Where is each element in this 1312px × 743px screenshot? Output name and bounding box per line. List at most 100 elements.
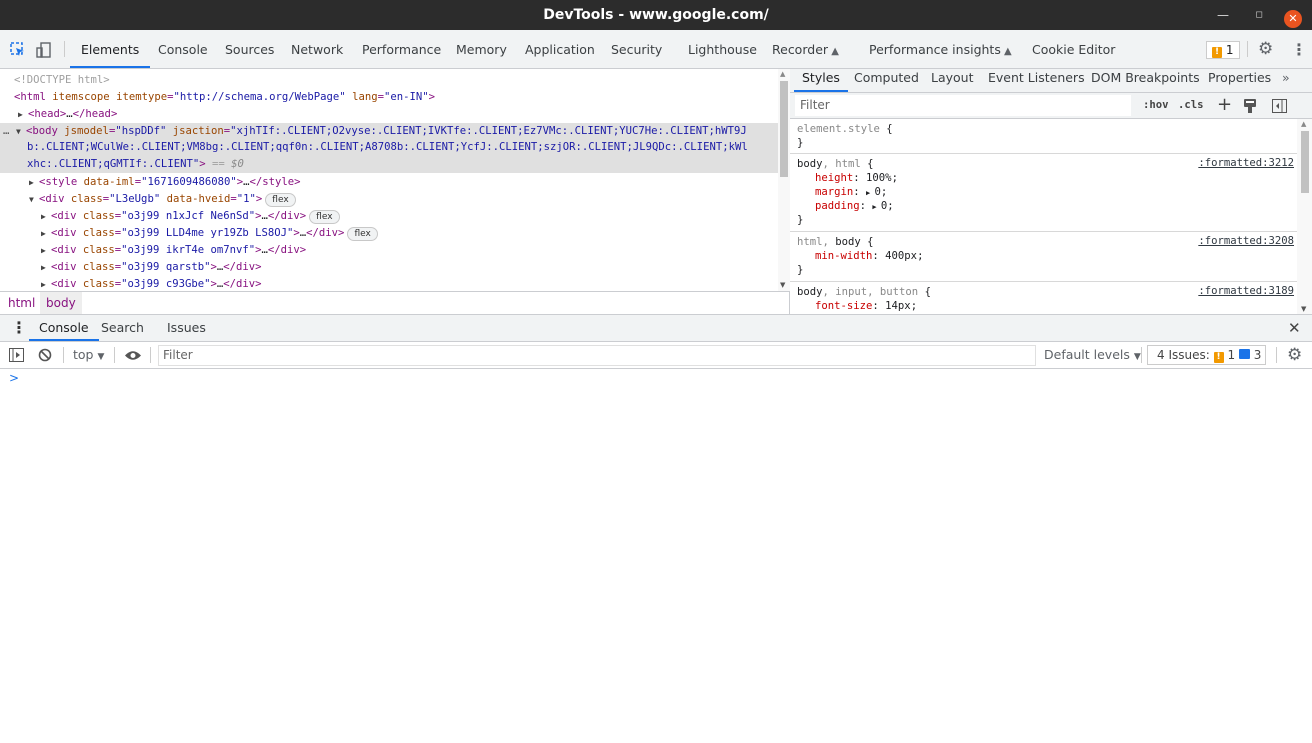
expand-triangle-icon[interactable]: ▶: [29, 174, 39, 191]
maximize-icon[interactable]: ◻: [1252, 8, 1266, 22]
tab-elements[interactable]: Elements: [70, 30, 151, 68]
tab-console[interactable]: Console: [147, 30, 219, 68]
class-toggle[interactable]: .cls: [1178, 99, 1204, 111]
hover-state-toggle[interactable]: :hov: [1143, 99, 1169, 111]
dom-tree-scrollbar[interactable]: ▲ ▼: [778, 69, 790, 291]
window-titlebar: DevTools - www.google.com/ — ◻ ✕: [0, 0, 1312, 30]
dom-node[interactable]: ▼ <div class="L3eUgb" data-hveid="1"> flex: [0, 191, 778, 208]
style-rule[interactable]: element.style {}: [790, 119, 1297, 154]
tab-cookie-editor[interactable]: Cookie Editor: [1021, 30, 1126, 68]
dom-node[interactable]: ▶ <div class="o3j99 LLD4me yr19Zb LS8OJ">…: [0, 225, 778, 242]
console-prompt[interactable]: >: [9, 371, 19, 385]
dom-node[interactable]: ▶ <style data-iml="1671609486080">…</styl…: [0, 174, 778, 191]
tab-recorder[interactable]: Recorder ▲: [761, 30, 850, 68]
tab-performance[interactable]: Performance: [351, 30, 452, 68]
more-options-icon[interactable]: ⋮: [1291, 40, 1307, 59]
sidebar-tab-styles[interactable]: Styles: [794, 69, 848, 92]
settings-gear-icon[interactable]: ⚙: [1258, 39, 1273, 59]
dom-node[interactable]: <!DOCTYPE html>: [0, 72, 778, 89]
dom-node[interactable]: ▶ <div class="o3j99 qarstb">…</div>: [0, 259, 778, 276]
sidebar-tab-dom-breakpoints[interactable]: DOM Breakpoints: [1083, 69, 1208, 92]
context-selector[interactable]: top ▼: [73, 342, 104, 368]
code-token: class: [82, 210, 115, 222]
expand-triangle-icon[interactable]: ▼: [16, 123, 26, 140]
minimize-icon[interactable]: —: [1216, 8, 1230, 22]
style-declaration[interactable]: margin: ▶ 0;: [815, 185, 887, 199]
new-style-rule-icon[interactable]: +: [1217, 94, 1232, 115]
sidebar-tab-layout[interactable]: Layout: [923, 69, 982, 92]
style-declaration[interactable]: font-size: 14px;: [815, 299, 917, 313]
sidebar-tab-properties[interactable]: Properties: [1200, 69, 1279, 92]
expand-triangle-icon[interactable]: ▶: [41, 242, 51, 259]
flex-badge[interactable]: flex: [347, 227, 378, 241]
issues-badge[interactable]: ! 1: [1206, 41, 1240, 59]
dom-node[interactable]: <html itemscope itemtype="http://schema.…: [0, 89, 778, 106]
warning-count: 1: [1227, 348, 1236, 362]
expand-triangle-icon[interactable]: ▶: [41, 225, 51, 242]
console-filter-input[interactable]: Filter: [158, 345, 1036, 366]
tab-security[interactable]: Security: [600, 30, 673, 68]
console-issues-button[interactable]: 4 Issues: ! 1 3: [1147, 345, 1266, 365]
expand-triangle-icon[interactable]: ▶: [18, 106, 28, 123]
drawer-menu-icon[interactable]: ⋮: [11, 318, 27, 337]
drawer-tab-console[interactable]: Console: [29, 315, 99, 341]
tab-sources[interactable]: Sources: [214, 30, 285, 68]
rule-source-link[interactable]: :formatted:3208: [1198, 235, 1294, 247]
dom-node[interactable]: b:.CLIENT;WCulWe:.CLIENT;VM8bg:.CLIENT;q…: [0, 139, 778, 156]
flex-badge[interactable]: flex: [265, 193, 296, 207]
tab-performance-insights[interactable]: Performance insights ▲: [858, 30, 1023, 68]
tab-lighthouse[interactable]: Lighthouse: [677, 30, 768, 68]
live-expression-eye-icon[interactable]: [124, 350, 142, 361]
log-levels-dropdown[interactable]: Default levels ▼: [1044, 342, 1141, 368]
paint-brush-icon[interactable]: [1243, 98, 1257, 114]
toggle-sidebar-icon[interactable]: [1272, 99, 1287, 113]
sidebar-tab-computed[interactable]: Computed: [846, 69, 927, 92]
breadcrumb-body[interactable]: body: [40, 292, 82, 315]
console-settings-gear-icon[interactable]: ⚙: [1287, 342, 1302, 368]
device-toolbar-icon[interactable]: [36, 42, 52, 58]
dom-node[interactable]: ▶ <div class="o3j99 c93Gbe">…</div>: [0, 276, 778, 291]
styles-filter-input[interactable]: Filter: [795, 95, 1131, 116]
style-rule[interactable]: body, html {:formatted:3212 height: 100%;…: [790, 154, 1297, 232]
dom-node[interactable]: ▶ <div class="o3j99 n1xJcf Ne6nSd">…</div…: [0, 208, 778, 225]
dom-node[interactable]: ▶ <div class="o3j99 ikrT4e om7nvf">…</div…: [0, 242, 778, 259]
elements-dom-tree[interactable]: <!DOCTYPE html> <html itemscope itemtype=…: [0, 69, 790, 291]
close-drawer-icon[interactable]: ✕: [1288, 319, 1301, 337]
show-console-sidebar-icon[interactable]: [9, 348, 24, 362]
node-actions-ellipsis-icon[interactable]: …: [3, 123, 9, 140]
expand-shorthand-icon[interactable]: ▶: [872, 203, 880, 211]
clear-console-icon[interactable]: [38, 348, 52, 362]
flex-badge[interactable]: flex: [309, 210, 340, 224]
style-rule[interactable]: html, body {:formatted:3208 min-width: 40…: [790, 232, 1297, 282]
console-output-area[interactable]: [0, 369, 1312, 743]
dom-node[interactable]: ▶ <head>…</head>: [0, 106, 778, 123]
inspect-element-icon[interactable]: [10, 42, 25, 57]
style-declaration[interactable]: min-width: 400px;: [815, 249, 923, 263]
expand-triangle-icon[interactable]: ▶: [41, 208, 51, 225]
expand-triangle-icon[interactable]: ▶: [41, 276, 51, 291]
expand-triangle-icon[interactable]: ▼: [29, 191, 39, 208]
style-declaration[interactable]: padding: ▶ 0;: [815, 199, 894, 213]
code-token: class: [82, 227, 115, 239]
dom-node-body[interactable]: … ▼ <body jsmodel="hspDDf" jsaction="xjhTI…: [0, 123, 778, 140]
rule-source-link[interactable]: :formatted:3189: [1198, 285, 1294, 297]
drawer-tab-search[interactable]: Search: [101, 315, 144, 341]
code-token: jsmodel: [64, 125, 109, 137]
tab-memory[interactable]: Memory: [445, 30, 518, 68]
breadcrumb-html[interactable]: html: [2, 292, 41, 315]
drawer-tab-issues[interactable]: Issues: [167, 315, 206, 341]
styles-scrollbar[interactable]: ▲ ▼: [1297, 119, 1312, 315]
close-icon[interactable]: ✕: [1284, 10, 1302, 28]
code-token: <div: [39, 193, 71, 205]
rule-source-link[interactable]: :formatted:3212: [1198, 157, 1294, 169]
tab-label: Console: [158, 42, 208, 57]
code-token: <div: [51, 210, 83, 222]
style-declaration[interactable]: height: 100%;: [815, 171, 898, 185]
more-tabs-chevron-icon[interactable]: »: [1282, 69, 1290, 92]
expand-triangle-icon[interactable]: ▶: [41, 259, 51, 276]
tab-network[interactable]: Network: [280, 30, 354, 68]
dom-node[interactable]: xhc:.CLIENT;qGMTIf:.CLIENT"> == $0: [0, 156, 778, 173]
sidebar-tab-event-listeners[interactable]: Event Listeners: [980, 69, 1093, 92]
tab-application[interactable]: Application: [514, 30, 606, 68]
code-token: itemtype: [116, 91, 168, 103]
